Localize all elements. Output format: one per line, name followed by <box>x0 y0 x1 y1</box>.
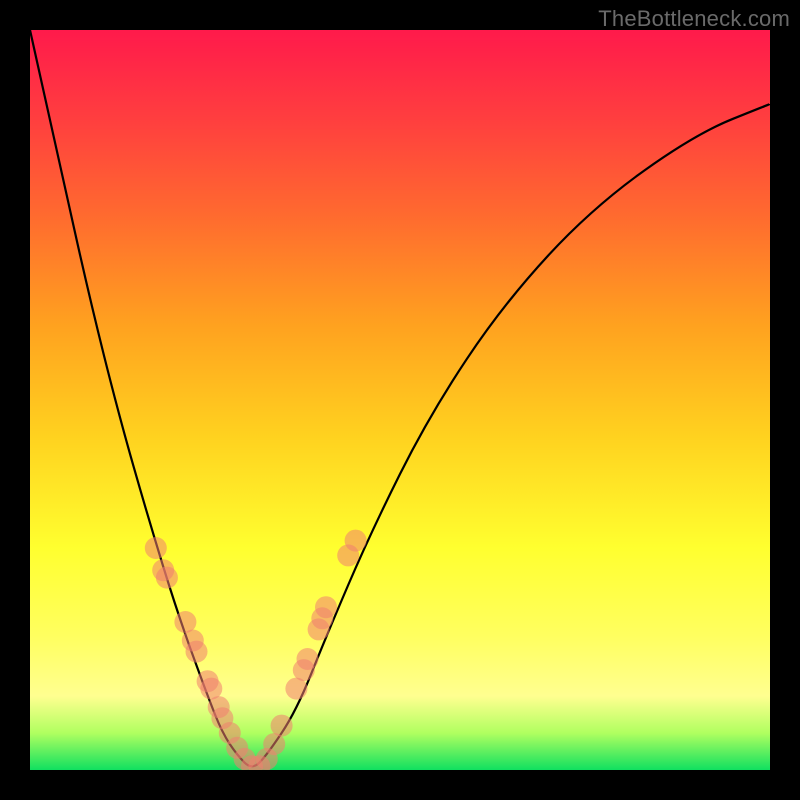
datapoint <box>145 537 167 559</box>
chart-plot-area <box>30 30 770 770</box>
datapoint <box>315 596 337 618</box>
datapoint <box>297 648 319 670</box>
chart-svg <box>30 30 770 770</box>
datapoint <box>156 567 178 589</box>
bottleneck-curve <box>30 30 770 766</box>
datapoint <box>271 715 293 737</box>
watermark-text: TheBottleneck.com <box>598 6 790 32</box>
datapoint <box>345 530 367 552</box>
datapoint <box>186 641 208 663</box>
datapoints-layer <box>145 530 367 770</box>
